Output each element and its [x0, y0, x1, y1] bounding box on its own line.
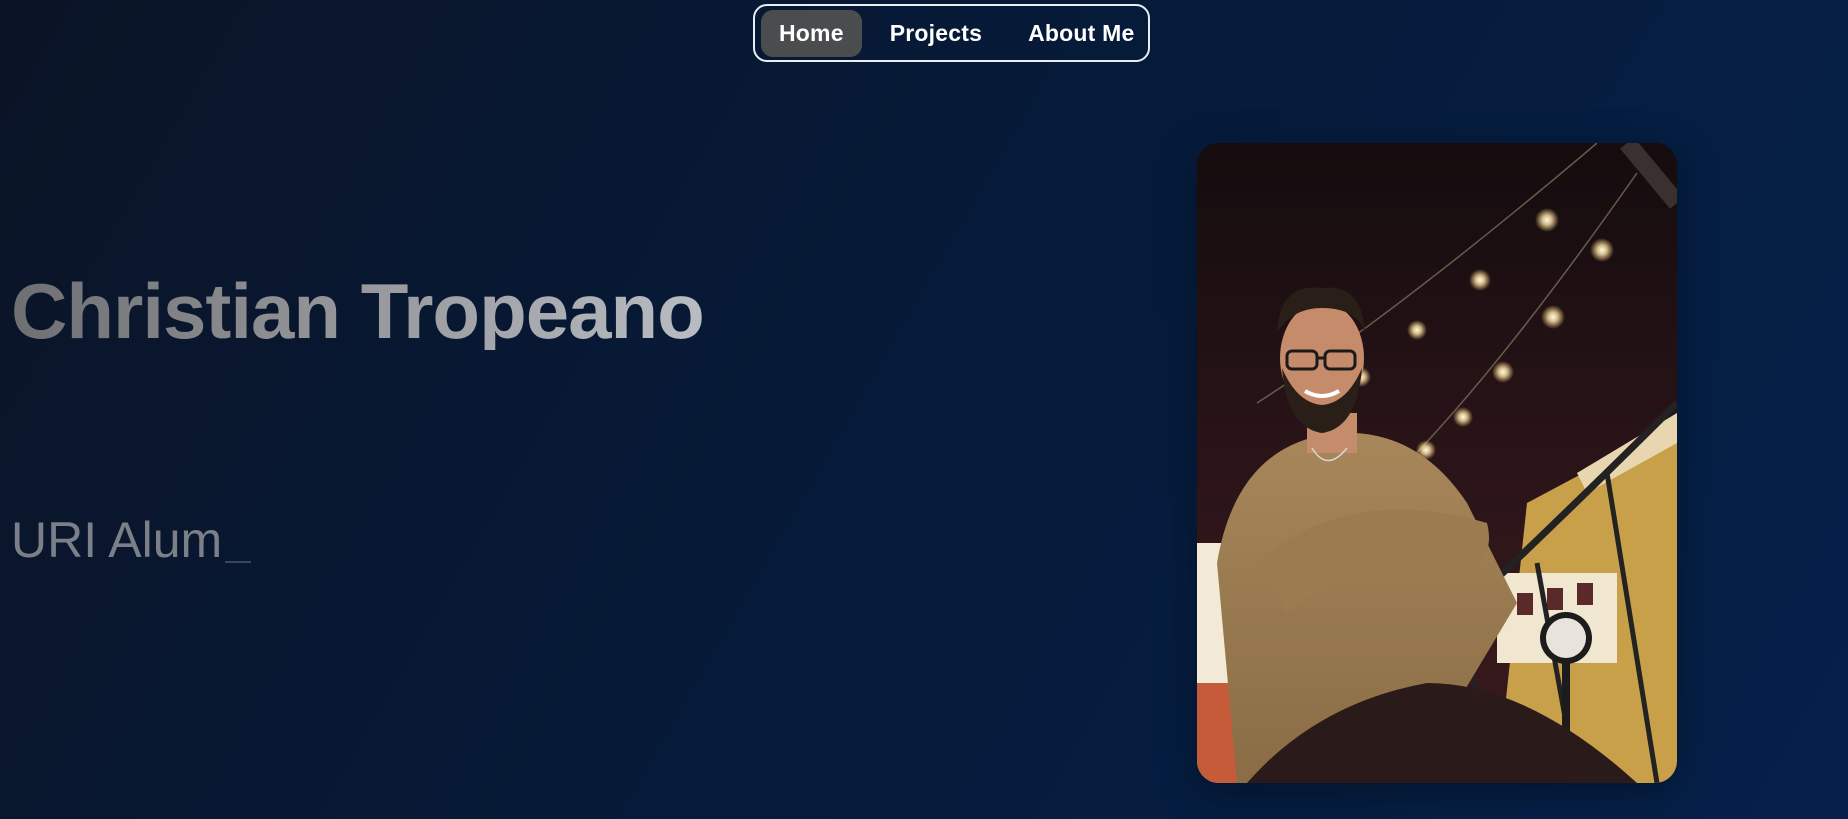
top-nav: Home Projects About Me: [753, 4, 1150, 62]
typing-cursor: [225, 561, 252, 563]
hero-subtitle: URI Alum: [11, 512, 223, 568]
nav-about-me[interactable]: About Me: [1010, 10, 1152, 57]
profile-photo: [1197, 143, 1677, 783]
nav-home[interactable]: Home: [761, 9, 862, 57]
nav-projects[interactable]: Projects: [872, 10, 1000, 57]
hero-subtitle-container: URI Alum: [11, 512, 252, 568]
portrait-photo-image: [1197, 143, 1677, 783]
hero-title: Christian Tropeano: [11, 267, 705, 355]
